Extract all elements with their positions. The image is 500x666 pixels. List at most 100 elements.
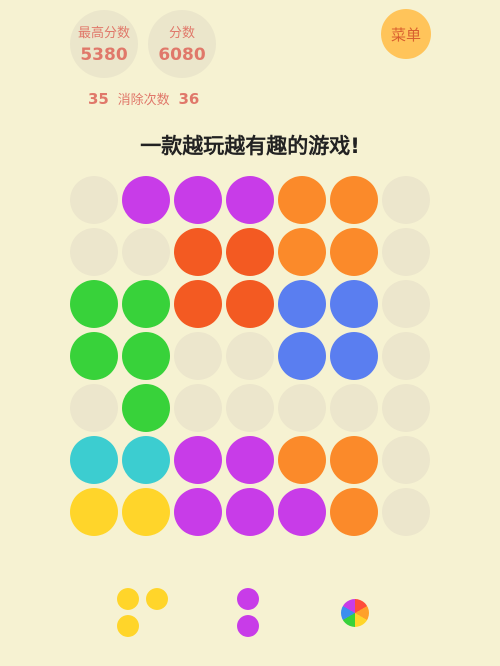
slogan-text: 一款越玩越有趣的游戏! [140, 134, 360, 158]
board-cell[interactable] [276, 226, 328, 278]
blue-ball [330, 332, 378, 380]
purple-ball [174, 436, 222, 484]
purple-ball [226, 436, 274, 484]
purple-ball [237, 615, 259, 637]
board-cell[interactable] [224, 278, 276, 330]
board-cell[interactable] [120, 330, 172, 382]
purple-ball [226, 488, 274, 536]
yellow-ball [122, 488, 170, 536]
menu-button[interactable]: 菜单 [381, 9, 431, 59]
board-cell[interactable] [68, 434, 120, 486]
board-cell[interactable] [380, 174, 432, 226]
board-cell[interactable] [120, 174, 172, 226]
orange-ball [330, 488, 378, 536]
board-cell[interactable] [172, 486, 224, 538]
yellow-ball [117, 615, 139, 637]
clear-count-row: 35 消除次数 36 [88, 89, 199, 108]
board-cell[interactable] [380, 278, 432, 330]
cyan-ball [122, 436, 170, 484]
red-ball [226, 280, 274, 328]
empty-slot [226, 384, 274, 432]
red-ball [174, 280, 222, 328]
board-cell[interactable] [224, 330, 276, 382]
purple-ball [237, 588, 259, 610]
current-score-value: 6080 [158, 45, 206, 65]
clear-count-right: 36 [178, 90, 200, 108]
board-cell[interactable] [172, 382, 224, 434]
board-cell[interactable] [68, 382, 120, 434]
board-cell[interactable] [120, 486, 172, 538]
board-cell[interactable] [380, 330, 432, 382]
best-score-badge: 最高分数 5380 [70, 10, 138, 78]
board-cell[interactable] [328, 226, 380, 278]
board-cell[interactable] [224, 382, 276, 434]
board-cell[interactable] [68, 174, 120, 226]
orange-ball [278, 436, 326, 484]
clear-count-label: 消除次数 [117, 93, 170, 108]
current-score-label: 分数 [168, 26, 195, 41]
board-cell[interactable] [328, 382, 380, 434]
purple-ball [174, 488, 222, 536]
green-ball [70, 332, 118, 380]
board-cell[interactable] [328, 330, 380, 382]
board-cell[interactable] [68, 278, 120, 330]
empty-slot [382, 332, 430, 380]
yellow-ball [70, 488, 118, 536]
board-cell[interactable] [328, 174, 380, 226]
board-cell[interactable] [276, 382, 328, 434]
board-cell[interactable] [380, 226, 432, 278]
board-cell[interactable] [224, 486, 276, 538]
board-cell[interactable] [68, 226, 120, 278]
empty-slot [382, 280, 430, 328]
board-cell[interactable] [120, 226, 172, 278]
board-cell[interactable] [224, 174, 276, 226]
board-cell[interactable] [120, 278, 172, 330]
orange-ball [330, 176, 378, 224]
next-piece-purple[interactable] [237, 588, 263, 638]
board-cell[interactable] [276, 330, 328, 382]
empty-slot [226, 332, 274, 380]
empty-slot [382, 436, 430, 484]
board-cell[interactable] [68, 486, 120, 538]
purple-ball [122, 176, 170, 224]
board-cell[interactable] [328, 278, 380, 330]
empty-slot [70, 384, 118, 432]
board-cell[interactable] [328, 486, 380, 538]
game-board[interactable] [68, 174, 432, 538]
board-cell[interactable] [172, 434, 224, 486]
board-cell[interactable] [172, 226, 224, 278]
orange-ball [278, 228, 326, 276]
best-score-label: 最高分数 [77, 26, 130, 41]
empty-slot [382, 488, 430, 536]
board-cell[interactable] [172, 278, 224, 330]
next-piece-yellow[interactable] [117, 588, 171, 638]
empty-slot [174, 332, 222, 380]
board-cell[interactable] [172, 330, 224, 382]
board-cell[interactable] [380, 382, 432, 434]
empty-slot [70, 176, 118, 224]
board-cell[interactable] [328, 434, 380, 486]
board-cell[interactable] [380, 486, 432, 538]
board-cell[interactable] [224, 434, 276, 486]
clear-count-left: 35 [88, 90, 109, 108]
board-cell[interactable] [276, 486, 328, 538]
cyan-ball [70, 436, 118, 484]
board-cell[interactable] [380, 434, 432, 486]
empty-slot [278, 384, 326, 432]
board-cell[interactable] [172, 174, 224, 226]
empty-slot [174, 384, 222, 432]
blue-ball [330, 280, 378, 328]
board-cell[interactable] [120, 382, 172, 434]
purple-ball [226, 176, 274, 224]
empty-slot [330, 384, 378, 432]
rainbow-ball-icon [341, 599, 369, 627]
board-cell[interactable] [68, 330, 120, 382]
board-cell[interactable] [276, 174, 328, 226]
board-cell[interactable] [276, 278, 328, 330]
board-cell[interactable] [276, 434, 328, 486]
next-piece-rainbow[interactable] [341, 599, 369, 627]
blue-ball [278, 280, 326, 328]
board-cell[interactable] [120, 434, 172, 486]
board-cell[interactable] [224, 226, 276, 278]
yellow-ball [146, 588, 168, 610]
